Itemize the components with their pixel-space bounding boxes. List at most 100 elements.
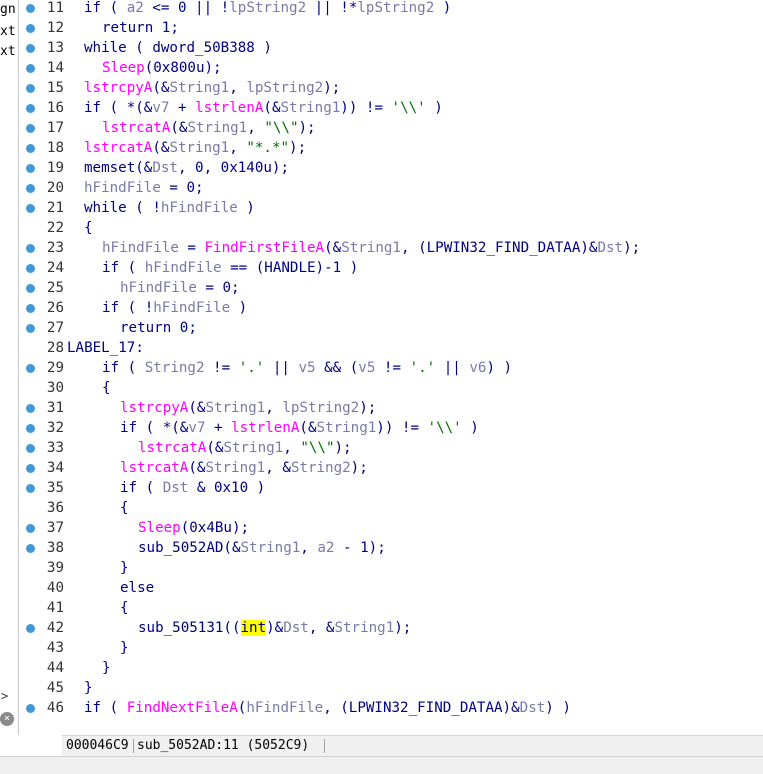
code-line[interactable]: 16 if ( *(&v7 + lstrlenA(&String1)) != '\… bbox=[20, 98, 763, 118]
code-line[interactable]: 38 sub_5052AD(&String1, a2 - 1); bbox=[20, 538, 763, 558]
code-text[interactable]: { bbox=[84, 218, 93, 238]
code-line[interactable]: 42 sub_505131((int)&Dst, &String1); bbox=[20, 618, 763, 638]
code-line[interactable]: 12 return 1; bbox=[20, 18, 763, 38]
code-line[interactable]: 39} bbox=[20, 558, 763, 578]
code-text[interactable]: if ( hFindFile == (HANDLE)-1 ) bbox=[102, 258, 358, 278]
code-line[interactable]: 27 return 0; bbox=[20, 318, 763, 338]
code-text[interactable]: if ( *(&v7 + lstrlenA(&String1)) != '\\'… bbox=[84, 98, 443, 118]
code-text[interactable]: memset(&Dst, 0, 0x140u); bbox=[84, 158, 289, 178]
code-token: "*.*" bbox=[246, 140, 290, 156]
code-token: hFindFile bbox=[102, 240, 179, 256]
code-line[interactable]: 45} bbox=[20, 678, 763, 698]
status-address: 000046C9 bbox=[66, 738, 129, 753]
code-text[interactable]: { bbox=[102, 378, 111, 398]
code-text[interactable]: return 1; bbox=[102, 18, 179, 38]
code-text[interactable]: lstrcpyA(&String1, lpString2); bbox=[120, 398, 376, 418]
code-line[interactable]: 24 if ( hFindFile == (HANDLE)-1 ) bbox=[20, 258, 763, 278]
code-line[interactable]: 15 lstrcpyA(&String1, lpString2); bbox=[20, 78, 763, 98]
code-token: Dst bbox=[283, 620, 309, 636]
code-text[interactable]: if ( FindNextFileA(hFindFile, (LPWIN32_F… bbox=[84, 698, 571, 718]
status-left-blank bbox=[0, 735, 62, 756]
code-token: = bbox=[178, 240, 205, 256]
code-line[interactable]: 31 lstrcpyA(&String1, lpString2); bbox=[20, 398, 763, 418]
code-line[interactable]: 33 lstrcatA(&String1, "\\"); bbox=[20, 438, 763, 458]
code-token: lpString2 bbox=[282, 400, 360, 416]
code-token: lstrcpyA bbox=[84, 80, 153, 96]
code-text[interactable]: { bbox=[120, 498, 129, 518]
code-line[interactable]: 20 hFindFile = 0; bbox=[20, 178, 763, 198]
code-line[interactable]: 29 if ( String2 != '.' || v5 && (v5 != '.… bbox=[20, 358, 763, 378]
pseudocode-view[interactable]: 11 if ( a2 <= 0 || !lpString2 || !*lpStri… bbox=[20, 0, 763, 735]
code-text[interactable]: if ( String2 != '.' || v5 && (v5 != '.' … bbox=[102, 358, 512, 378]
line-number: 43 bbox=[46, 640, 64, 656]
code-text[interactable]: hFindFile = 0; bbox=[120, 278, 240, 298]
code-text[interactable]: if ( Dst & 0x10 ) bbox=[120, 478, 265, 498]
code-text[interactable]: { bbox=[120, 598, 129, 618]
code-text[interactable]: Sleep(0x800u); bbox=[102, 58, 222, 78]
code-line[interactable]: 18 lstrcatA(&String1, "*.*"); bbox=[20, 138, 763, 158]
code-line[interactable]: 26 if ( !hFindFile ) bbox=[20, 298, 763, 318]
code-line[interactable]: 35 if ( Dst & 0x10 ) bbox=[20, 478, 763, 498]
code-line[interactable]: 13 while ( dword_50B388 ) bbox=[20, 38, 763, 58]
code-text[interactable]: Sleep(0x4Bu); bbox=[138, 518, 249, 538]
code-line[interactable]: 32 if ( *(&v7 + lstrlenA(&String1)) != '\… bbox=[20, 418, 763, 438]
code-token: String1 bbox=[205, 460, 266, 476]
code-token: { bbox=[84, 220, 93, 236]
code-text[interactable]: lstrcatA(&String1, "\\"); bbox=[102, 118, 316, 138]
code-line[interactable]: 28 LABEL_17: bbox=[20, 338, 763, 358]
code-token: } bbox=[84, 680, 93, 696]
code-text[interactable]: if ( a2 <= 0 || !lpString2 || !*lpString… bbox=[84, 0, 451, 18]
code-line[interactable]: 44} bbox=[20, 658, 763, 678]
code-line[interactable]: 14 Sleep(0x800u); bbox=[20, 58, 763, 78]
code-text[interactable]: sub_505131((int)&Dst, &String1); bbox=[138, 618, 411, 638]
line-number: 35 bbox=[46, 480, 64, 496]
chevron-right-icon[interactable]: > bbox=[1, 689, 8, 703]
code-text[interactable]: } bbox=[120, 558, 129, 578]
code-text[interactable]: hFindFile = FindFirstFileA(&String1, (LP… bbox=[102, 238, 640, 258]
code-line[interactable]: 25 hFindFile = 0; bbox=[20, 278, 763, 298]
close-icon[interactable]: × bbox=[0, 712, 14, 726]
code-token: FindNextFileA bbox=[126, 700, 238, 716]
code-line[interactable]: 40 else bbox=[20, 578, 763, 598]
code-line[interactable]: 19 memset(&Dst, 0, 0x140u); bbox=[20, 158, 763, 178]
code-line[interactable]: 23 hFindFile = FindFirstFileA(&String1, (… bbox=[20, 238, 763, 258]
code-text[interactable]: lstrcpyA(&String1, lpString2); bbox=[84, 78, 340, 98]
code-line[interactable]: 37 Sleep(0x4Bu); bbox=[20, 518, 763, 538]
code-text[interactable]: return 0; bbox=[120, 318, 197, 338]
code-line[interactable]: 17 lstrcatA(&String1, "\\"); bbox=[20, 118, 763, 138]
code-text[interactable]: if ( *(&v7 + lstrlenA(&String1)) != '\\'… bbox=[120, 418, 479, 438]
code-token: '\\' bbox=[391, 100, 426, 116]
code-line[interactable]: 46 if ( FindNextFileA(hFindFile, (LPWIN32… bbox=[20, 698, 763, 718]
line-number: 26 bbox=[46, 300, 64, 316]
code-text[interactable]: sub_5052AD(&String1, a2 - 1); bbox=[138, 538, 386, 558]
code-text[interactable]: lstrcatA(&String1, "\\"); bbox=[138, 438, 352, 458]
code-text[interactable]: hFindFile = 0; bbox=[84, 178, 204, 198]
code-line[interactable]: 30 { bbox=[20, 378, 763, 398]
code-token: ); bbox=[350, 460, 368, 476]
code-text[interactable]: else bbox=[120, 578, 154, 598]
code-token: , (LPWIN32_FIND_DATAA)& bbox=[323, 700, 520, 716]
code-token: lstrcatA bbox=[120, 460, 189, 476]
code-line[interactable]: 11 if ( a2 <= 0 || !lpString2 || !*lpStri… bbox=[20, 0, 763, 18]
code-line[interactable]: 36 { bbox=[20, 498, 763, 518]
code-token: lstrcatA bbox=[102, 120, 171, 136]
code-text[interactable]: } bbox=[102, 658, 111, 678]
code-text[interactable]: lstrcatA(&String1, "*.*"); bbox=[84, 138, 306, 158]
code-text[interactable]: while ( dword_50B388 ) bbox=[84, 38, 272, 58]
line-number: 27 bbox=[46, 320, 64, 336]
line-number: 32 bbox=[46, 420, 64, 436]
code-line[interactable]: 22 { bbox=[20, 218, 763, 238]
code-text[interactable]: while ( !hFindFile ) bbox=[84, 198, 255, 218]
code-line[interactable]: 21 while ( !hFindFile ) bbox=[20, 198, 763, 218]
code-line[interactable]: 34 lstrcatA(&String1, &String2); bbox=[20, 458, 763, 478]
code-text[interactable]: if ( !hFindFile ) bbox=[102, 298, 247, 318]
code-token: == (HANDLE)-1 ) bbox=[221, 260, 359, 276]
code-token: if ( bbox=[102, 260, 145, 276]
code-text[interactable]: lstrcatA(&String1, &String2); bbox=[120, 458, 368, 478]
code-text[interactable]: } bbox=[120, 638, 129, 658]
code-text[interactable]: } bbox=[84, 678, 93, 698]
code-line[interactable]: 43} bbox=[20, 638, 763, 658]
code-token: && ( bbox=[315, 360, 359, 376]
code-line[interactable]: 41 { bbox=[20, 598, 763, 618]
code-text[interactable]: LABEL_17: bbox=[67, 338, 144, 358]
